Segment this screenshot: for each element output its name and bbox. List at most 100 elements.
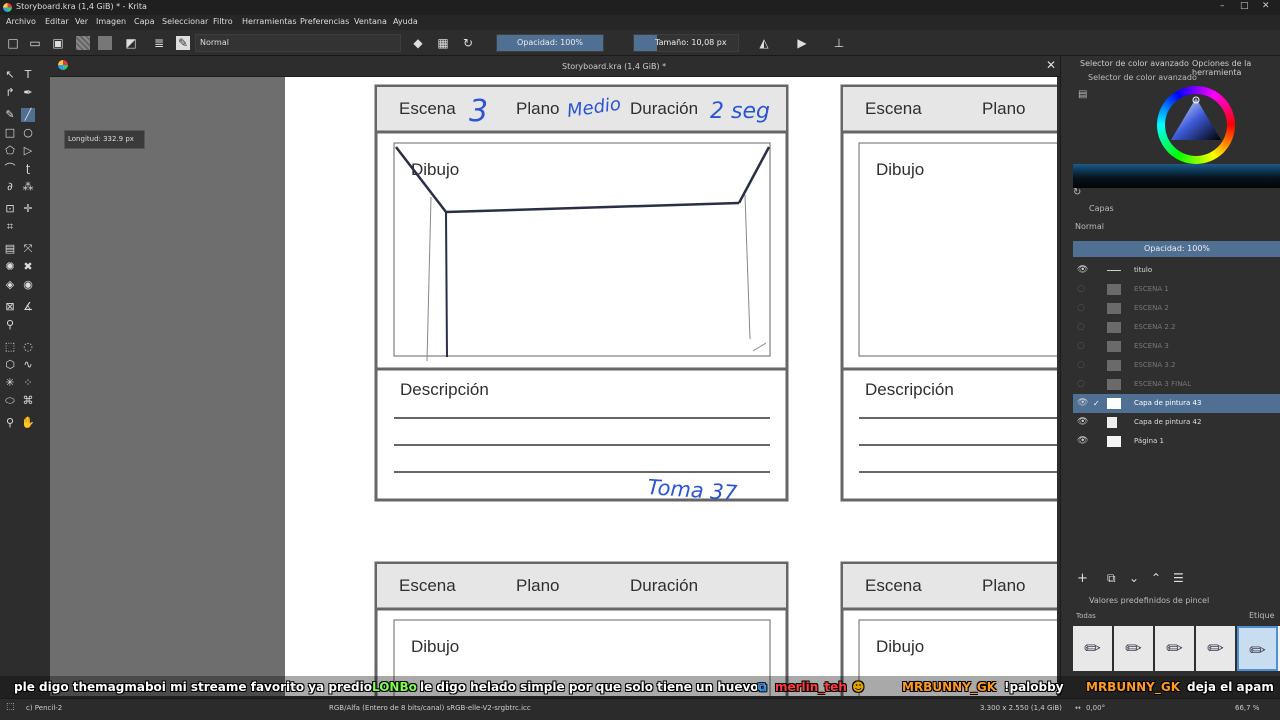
tab-color-selector[interactable]: Selector de color avanzado [1080, 59, 1189, 68]
measure-tool-icon[interactable]: ∡ [21, 300, 35, 314]
menu-preferencias[interactable]: Preferencias [300, 17, 349, 26]
color-settings-icon[interactable]: ▤ [1078, 89, 1087, 100]
rectangle-tool-icon[interactable]: □ [3, 126, 17, 140]
color-history-strip[interactable] [1073, 164, 1280, 188]
color-picker-icon[interactable]: ⤧ [21, 242, 35, 256]
close-window-button[interactable]: ✕ [1262, 1, 1270, 11]
duplicate-layer-icon[interactable]: ⧉ [1107, 571, 1116, 586]
move-layer-down-icon[interactable]: ⌄ [1129, 571, 1139, 585]
visibility-hidden-icon[interactable]: ○ [1077, 356, 1085, 375]
menu-imagen[interactable]: Imagen [96, 17, 126, 26]
tab-tool-options[interactable]: Opciones de la herramienta [1192, 59, 1280, 77]
eraser-icon[interactable]: ◆ [411, 36, 425, 50]
visibility-eye-icon[interactable]: 👁 [1077, 432, 1088, 451]
assistant-tool-icon[interactable]: ⊠ [3, 300, 17, 314]
close-document-icon[interactable]: ✕ [1046, 58, 1056, 72]
brush-preset-pencil[interactable]: ✏ [1114, 626, 1155, 671]
calligraphy-icon[interactable]: ✒ [21, 86, 35, 100]
layer-row[interactable]: ○ ESCENA 2 [1073, 299, 1280, 318]
color-wheel[interactable] [1157, 86, 1235, 164]
visibility-hidden-icon[interactable]: ○ [1077, 318, 1085, 337]
color-space[interactable]: RGB/Alfa (Entero de 8 bits/canal) sRGB-e… [329, 704, 531, 712]
gradient-tool-icon[interactable]: ▤ [3, 242, 17, 256]
menu-ventana[interactable]: Ventana [354, 17, 387, 26]
visibility-hidden-icon[interactable]: ○ [1077, 299, 1085, 318]
transform-tool-icon[interactable]: ⊡ [3, 202, 17, 216]
maximize-button[interactable]: □ [1240, 1, 1249, 11]
dynamic-brush-icon[interactable]: ∂ [3, 180, 17, 194]
storyboard-sheet[interactable]: Escena 3 Plano Medio Duración 2 seg Dibu… [285, 77, 1057, 696]
brush-preset-pencil[interactable]: ✏ [1073, 626, 1114, 671]
rotation-icon[interactable]: ↔ [1075, 704, 1081, 712]
rect-select-icon[interactable]: ⬚ [3, 340, 17, 354]
text-tool-icon[interactable]: T [21, 68, 35, 82]
layer-row[interactable]: ○ ESCENA 1 [1073, 280, 1280, 299]
brush-preset-icon[interactable]: ✎ [176, 36, 190, 50]
reference-tool-icon[interactable]: ⚲ [3, 318, 17, 332]
layer-row[interactable]: 👁 Página 1 [1073, 432, 1280, 451]
bezier-select-icon[interactable]: ⬭ [3, 394, 17, 408]
crop-tool-icon[interactable]: ⌗ [3, 220, 17, 234]
layer-row[interactable]: ○ ESCENA 3 FINAL [1073, 375, 1280, 394]
refresh-icon[interactable]: ↻ [1073, 187, 1081, 198]
reload-preset-icon[interactable]: ↻ [461, 36, 475, 50]
open-folder-icon[interactable]: ▭ [28, 36, 42, 50]
zoom-tool-icon[interactable]: ⚲ [3, 416, 17, 430]
similar-select-icon[interactable]: ⁘ [21, 376, 35, 390]
layer-row[interactable]: 👁 titulo [1073, 261, 1280, 280]
brush-settings-icon[interactable]: ≣ [152, 36, 166, 50]
visibility-hidden-icon[interactable]: ○ [1077, 337, 1085, 356]
freehand-select-icon[interactable]: ∿ [21, 358, 35, 372]
layer-row[interactable]: ○ ESCENA 2.2 [1073, 318, 1280, 337]
layer-opacity-slider[interactable]: Opacidad: 100% [1073, 241, 1280, 257]
visibility-eye-icon[interactable]: 👁 [1077, 394, 1088, 413]
ellipse-select-icon[interactable]: ◌ [21, 340, 35, 354]
visibility-eye-icon[interactable]: 👁 [1077, 261, 1088, 280]
zoom-level[interactable]: 66,7 % [1235, 704, 1259, 712]
magnetic-select-icon[interactable]: ⌘ [21, 394, 35, 408]
menu-filtro[interactable]: Filtro [213, 17, 233, 26]
opacity-slider[interactable]: Opacidad: 100% [496, 34, 604, 52]
menu-ver[interactable]: Ver [75, 17, 88, 26]
brush-preset-pencil[interactable]: ✏ [1155, 626, 1196, 671]
minimize-button[interactable]: – [1220, 1, 1225, 11]
contiguous-select-icon[interactable]: ✳ [3, 376, 17, 390]
pan-tool-icon[interactable]: ✋ [21, 416, 35, 430]
layer-row[interactable]: ○ ESCENA 3 [1073, 337, 1280, 356]
presets-tag-label[interactable]: Etique [1249, 611, 1274, 620]
size-slider[interactable]: Tamaño: 10,08 px [633, 34, 739, 52]
layer-row-selected[interactable]: 👁 ✓ Capa de pintura 43 [1073, 394, 1280, 413]
colorize-mask-icon[interactable]: ✺ [3, 260, 17, 274]
bezier-tool-icon[interactable]: ⌒ [3, 162, 17, 176]
menu-archivo[interactable]: Archivo [6, 17, 36, 26]
freehand-path-icon[interactable]: ʈ [21, 162, 35, 176]
menu-seleccionar[interactable]: Seleccionar [162, 17, 208, 26]
move-layer-up-icon[interactable]: ⌃ [1151, 571, 1161, 585]
mirror-horizontal-icon[interactable]: ◭ [757, 36, 771, 50]
edit-shapes-icon[interactable]: ↱ [3, 86, 17, 100]
menu-capa[interactable]: Capa [134, 17, 154, 26]
selection-icon[interactable]: ⬚ [6, 702, 15, 712]
blend-mode-select[interactable]: Normal [195, 34, 401, 52]
layer-properties-icon[interactable]: ☰ [1173, 571, 1184, 585]
document-tab[interactable]: Storyboard.kra (1,4 GiB) * [562, 62, 666, 71]
alpha-lock-icon[interactable]: ▦ [436, 36, 450, 50]
select-shapes-icon[interactable]: ↖ [3, 68, 17, 82]
layer-row[interactable]: ○ ESCENA 3.2 [1073, 356, 1280, 375]
visibility-hidden-icon[interactable]: ○ [1077, 280, 1085, 299]
smart-patch-icon[interactable]: ✖ [21, 260, 35, 274]
new-document-icon[interactable]: □ [6, 36, 20, 50]
canvas-area[interactable]: Escena 3 Plano Medio Duración 2 seg Dibu… [50, 77, 1057, 696]
visibility-eye-icon[interactable]: 👁 [1077, 413, 1088, 432]
move-tool-icon[interactable]: ✛ [21, 202, 35, 216]
polyline-tool-icon[interactable]: ▷ [21, 144, 35, 158]
color-triangle[interactable] [1165, 94, 1227, 156]
enclose-fill-icon[interactable]: ◉ [21, 278, 35, 292]
layer-row[interactable]: 👁 Capa de pintura 42 [1073, 413, 1280, 432]
line-tool-icon[interactable]: ╱ [21, 108, 35, 122]
brush-preset-pencil[interactable]: ✏ [1196, 626, 1237, 671]
pattern-swatch[interactable] [98, 36, 112, 50]
canvas-rotation[interactable]: 0,00° [1086, 704, 1105, 712]
visibility-hidden-icon[interactable]: ○ [1077, 375, 1085, 394]
ellipse-tool-icon[interactable]: ○ [21, 126, 35, 140]
